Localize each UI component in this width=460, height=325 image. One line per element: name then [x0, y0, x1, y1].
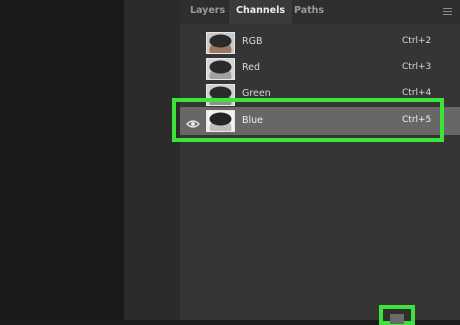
selected-channel-highlight — [172, 98, 444, 142]
channel-name: RGB — [242, 36, 263, 47]
channel-thumbnail — [206, 58, 235, 80]
channel-name: Red — [242, 62, 261, 73]
channel-shortcut: Ctrl+4 — [402, 88, 432, 98]
channel-shortcut: Ctrl+2 — [402, 36, 432, 46]
head-thumbnail-icon — [207, 59, 234, 79]
canvas-area — [0, 0, 124, 320]
tab-channels[interactable]: Channels — [229, 0, 293, 24]
panel-menu-icon[interactable] — [443, 8, 452, 16]
channel-shortcut: Ctrl+3 — [402, 62, 432, 72]
tools-strip — [124, 0, 181, 320]
head-thumbnail-icon — [207, 33, 234, 53]
tab-layers[interactable]: Layers — [183, 0, 232, 24]
tab-paths[interactable]: Paths — [287, 0, 331, 24]
new-channel-icon — [390, 314, 404, 324]
channel-thumbnail — [206, 32, 235, 54]
channels-panel: Layers Channels Paths RGB Ctrl+2 Red Ctr… — [180, 0, 460, 320]
channel-row-rgb[interactable]: RGB Ctrl+2 — [180, 30, 460, 56]
new-channel-button[interactable] — [379, 305, 415, 325]
channel-row-red[interactable]: Red Ctrl+3 — [180, 56, 460, 82]
panel-tabbar: Layers Channels Paths — [180, 0, 460, 24]
